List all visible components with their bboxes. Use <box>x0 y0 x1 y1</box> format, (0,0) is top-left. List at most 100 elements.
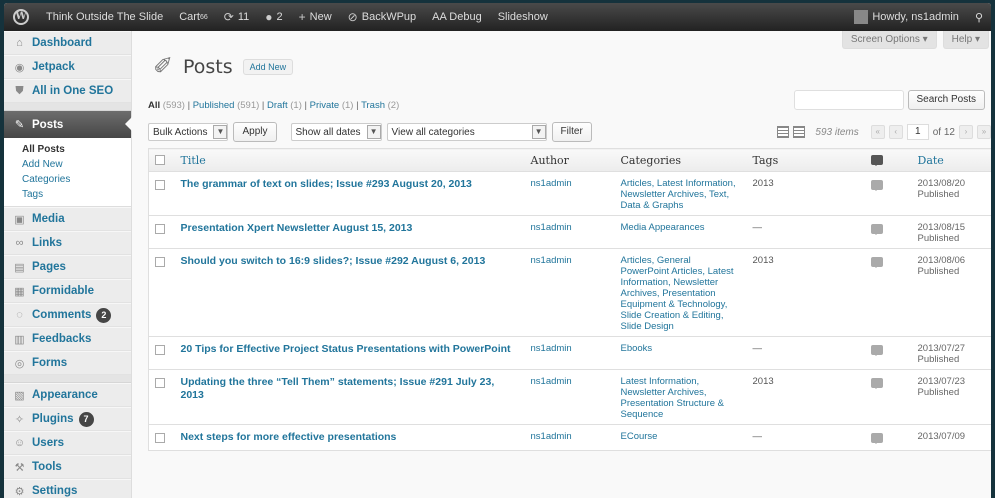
post-author-link[interactable]: ns1admin <box>524 171 615 216</box>
sidebar-item-jetpack[interactable]: ◉ Jetpack <box>4 55 131 79</box>
post-tags[interactable]: — <box>746 424 857 451</box>
post-title-link[interactable]: The grammar of text on slides; Issue #29… <box>174 171 525 216</box>
column-comments[interactable] <box>856 148 912 172</box>
dates-select[interactable]: Show all dates ▼ <box>290 123 382 141</box>
post-comments-cell <box>856 424 912 451</box>
sidebar-item-settings[interactable]: ⚙ Settings <box>4 479 131 498</box>
comments-link[interactable]: ● 2 <box>257 3 290 31</box>
screen-options-button[interactable]: Screen Options ▾ <box>841 31 937 49</box>
post-categories[interactable]: Ebooks <box>614 336 747 370</box>
row-checkbox[interactable] <box>155 433 165 443</box>
post-author-link[interactable]: ns1admin <box>524 336 615 370</box>
sidebar-item-feedbacks[interactable]: ▥ Feedbacks <box>4 327 131 351</box>
categories-select[interactable]: View all categories ▼ <box>386 123 547 141</box>
current-page-input[interactable]: 1 <box>906 124 929 140</box>
comment-count-icon[interactable] <box>870 257 883 268</box>
submenu-all-posts[interactable]: All Posts <box>4 142 131 157</box>
post-author-link[interactable]: ns1admin <box>524 369 615 425</box>
filter-published[interactable]: Published <box>193 100 235 111</box>
comment-count-icon[interactable] <box>870 433 883 444</box>
updates-link[interactable]: ⟳ 11 <box>216 3 257 31</box>
first-page-button[interactable]: « <box>870 125 885 139</box>
submenu-tags[interactable]: Tags <box>4 187 131 202</box>
sidebar-item-users[interactable]: ☺ Users <box>4 431 131 455</box>
post-categories[interactable]: Articles, Latest Information, Newsletter… <box>614 171 747 216</box>
aa-debug-link[interactable]: AA Debug <box>424 3 490 31</box>
filter-all[interactable]: All <box>148 100 160 111</box>
backwpup-link[interactable]: ⊘ BackWPup <box>340 3 424 31</box>
submenu-categories[interactable]: Categories <box>4 172 131 187</box>
search-input[interactable] <box>793 90 904 110</box>
post-author-link[interactable]: ns1admin <box>524 248 615 337</box>
sidebar-item-plugins[interactable]: ✧ Plugins 7 <box>4 407 131 431</box>
media-icon: ▣ <box>14 213 25 226</box>
sidebar-item-appearance[interactable]: ▧ Appearance <box>4 383 131 407</box>
search-icon[interactable]: ⚲ <box>967 3 991 31</box>
sidebar-item-dashboard[interactable]: ⌂ Dashboard <box>4 31 131 55</box>
filter-trash[interactable]: Trash <box>361 100 385 111</box>
row-checkbox[interactable] <box>155 378 165 388</box>
sidebar-item-media[interactable]: ▣ Media <box>4 207 131 231</box>
last-page-button[interactable]: » <box>977 125 991 139</box>
submenu-add-new[interactable]: Add New <box>4 157 131 172</box>
post-title-link[interactable]: Next steps for more effective presentati… <box>174 424 525 451</box>
post-categories[interactable]: Media Appearances <box>614 215 747 249</box>
list-view-icon[interactable] <box>777 126 790 138</box>
add-new-button[interactable]: Add New <box>242 59 294 75</box>
post-author-link[interactable]: ns1admin <box>524 424 615 451</box>
sidebar-item-pages[interactable]: ▤ Pages <box>4 255 131 279</box>
post-tags[interactable]: 2013 <box>746 248 857 337</box>
comment-count-icon[interactable] <box>870 224 883 235</box>
next-page-button[interactable]: › <box>959 125 973 139</box>
prev-page-button[interactable]: ‹ <box>888 125 903 139</box>
howdy-link[interactable]: Howdy, ns1admin <box>846 3 967 31</box>
post-tags[interactable]: — <box>746 336 857 370</box>
sidebar-item-formidable[interactable]: ▦ Formidable <box>4 279 131 303</box>
sidebar-item-posts[interactable]: ✎ Posts <box>4 111 132 138</box>
apply-button[interactable]: Apply <box>233 122 277 142</box>
row-checkbox[interactable] <box>155 257 165 267</box>
post-tags[interactable]: — <box>746 215 857 249</box>
select-all-checkbox[interactable] <box>155 154 165 165</box>
sidebar-item-seo[interactable]: ⛊ All in One SEO <box>4 79 131 103</box>
filter-private[interactable]: Private <box>310 100 340 111</box>
post-title-link[interactable]: Should you switch to 16:9 slides?; Issue… <box>174 248 525 337</box>
filter-button[interactable]: Filter <box>551 122 592 142</box>
comment-count-icon[interactable] <box>870 345 883 356</box>
cart-link[interactable]: Cart 66 <box>171 3 216 31</box>
sidebar-item-comments[interactable]: ◌ Comments 2 <box>4 303 131 327</box>
row-checkbox[interactable] <box>155 180 165 190</box>
post-date: 2013/07/27 <box>917 343 966 354</box>
sidebar-item-links[interactable]: ∞ Links <box>4 231 131 255</box>
slideshow-link[interactable]: Slideshow <box>490 3 556 31</box>
sidebar-item-tools[interactable]: ⚒ Tools <box>4 455 131 479</box>
row-checkbox[interactable] <box>155 224 165 234</box>
excerpt-view-icon[interactable] <box>793 126 806 138</box>
wordpress-logo-icon[interactable]: W <box>4 3 38 31</box>
post-tags[interactable]: 2013 <box>746 369 857 425</box>
admin-bar: W Think Outside The Slide Cart 66 ⟳ 11 ● 2 … <box>4 3 991 31</box>
sidebar-item-label: Settings <box>32 485 78 497</box>
post-author-link[interactable]: ns1admin <box>524 215 615 249</box>
post-categories[interactable]: Latest Information, Newsletter Archives,… <box>614 369 747 425</box>
post-title-link[interactable]: 20 Tips for Effective Project Status Pre… <box>174 336 525 370</box>
new-content-link[interactable]: + New <box>291 3 340 31</box>
post-title-link[interactable]: Presentation Xpert Newsletter August 15,… <box>174 215 525 249</box>
post-categories[interactable]: ECourse <box>614 424 747 451</box>
comment-count-icon[interactable] <box>870 378 883 389</box>
row-checkbox[interactable] <box>155 345 165 355</box>
search-posts-button[interactable]: Search Posts <box>907 90 985 110</box>
sidebar-item-forms[interactable]: ◎ Forms <box>4 351 131 375</box>
help-button[interactable]: Help ▾ <box>942 31 989 49</box>
column-date[interactable]: Date <box>911 148 991 172</box>
post-title-link[interactable]: Updating the three “Tell Them” statement… <box>174 369 525 425</box>
post-categories[interactable]: Articles, General PowerPoint Articles, L… <box>614 248 747 337</box>
site-name-link[interactable]: Think Outside The Slide <box>38 3 171 31</box>
bulk-actions-select[interactable]: Bulk Actions ▼ <box>148 123 229 141</box>
filter-draft[interactable]: Draft <box>267 100 288 111</box>
comment-count-icon[interactable] <box>870 180 883 191</box>
sidebar-item-label: Users <box>32 437 64 449</box>
column-title[interactable]: Title <box>174 148 525 172</box>
post-tags[interactable]: 2013 <box>746 171 857 216</box>
post-date: 2013/08/20 <box>917 178 966 189</box>
